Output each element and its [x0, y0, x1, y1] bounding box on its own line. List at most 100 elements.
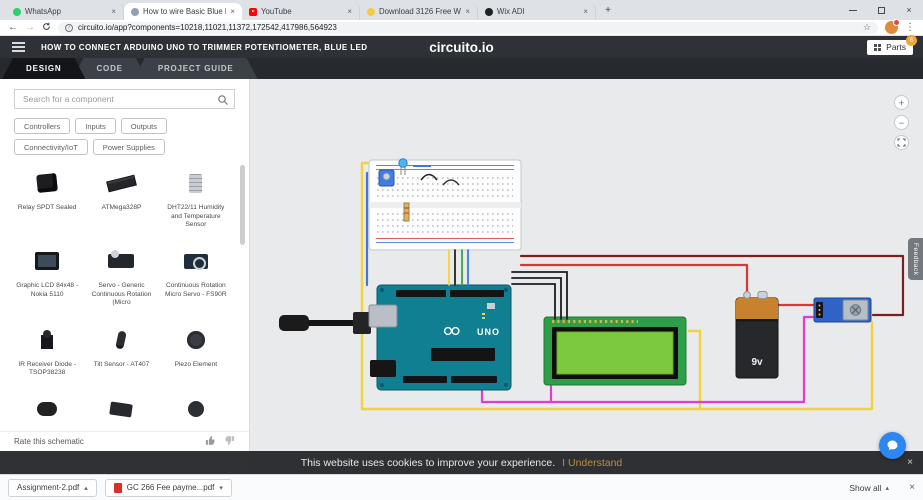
close-window-button[interactable]: × — [895, 0, 923, 20]
minimize-button[interactable] — [839, 0, 867, 20]
download-caret-icon[interactable]: ▴ — [84, 484, 88, 492]
circuito-logo[interactable]: circuito.io — [429, 40, 494, 55]
download-item-1[interactable]: Assignment-2.pdf ▴ — [8, 478, 97, 497]
browser-tab-download[interactable]: Download 3126 Free Website Te × — [360, 3, 478, 20]
resistor[interactable] — [403, 202, 410, 222]
thumbs-up-icon[interactable] — [205, 433, 216, 451]
tab-design[interactable]: DESIGN — [2, 58, 85, 79]
youtube-favicon — [249, 7, 257, 16]
browser-tab-circuito[interactable]: How to wire Basic Blue LED 5mm × — [124, 3, 242, 20]
maximize-button[interactable] — [867, 0, 895, 20]
filter-controllers[interactable]: Controllers — [14, 118, 71, 134]
filter-inputs[interactable]: Inputs — [75, 118, 116, 134]
fit-screen-button[interactable] — [894, 135, 909, 150]
battery-9v[interactable]: 9v — [735, 291, 779, 379]
address-bar[interactable]: i circuito.io/app?components=10218,11021… — [58, 21, 878, 34]
component-thumbnail — [109, 391, 134, 427]
component-dht22[interactable]: DHT22/11 Humidity and Temperature Sensor — [163, 165, 229, 233]
component-thumbnail — [186, 322, 205, 358]
show-all-caret-icon: ▴ — [885, 484, 889, 492]
component-piezo[interactable]: Piezo Element — [163, 322, 229, 382]
component-nokia-lcd[interactable]: Graphic LCD 84x48 - Nokia 5110 — [14, 243, 80, 311]
zoom-in-button[interactable]: + — [894, 95, 909, 110]
component-ir-receiver[interactable]: IR Receiver Diode - TSOP38238 — [14, 322, 80, 382]
component-atmega328p[interactable]: ATMega328P — [88, 165, 154, 233]
chat-bubble-icon — [887, 440, 898, 451]
cookie-banner: This website uses cookies to improve you… — [0, 451, 923, 474]
component-thumbnail — [36, 165, 59, 201]
tab-close-icon[interactable]: × — [230, 7, 235, 16]
component-servo-continuous[interactable]: Servo - Generic Continuous Rotation (Mic… — [88, 243, 154, 311]
battery-label: 9v — [751, 357, 763, 368]
page-info-icon[interactable]: i — [65, 23, 73, 32]
component-thumbnail — [115, 322, 128, 358]
component-thumbnail — [189, 165, 203, 201]
rate-label: Rate this schematic — [14, 437, 84, 446]
tab-project-guide[interactable]: PROJECT GUIDE — [134, 58, 258, 79]
tab-title: YouTube — [261, 7, 292, 16]
tab-close-icon[interactable]: × — [465, 7, 470, 16]
chat-widget-button[interactable] — [879, 432, 906, 459]
browser-menu-icon[interactable]: ⋮ — [905, 22, 915, 33]
mcu-chip — [431, 348, 495, 361]
schematic-canvas[interactable]: UNO 9v + − Feedback — [251, 79, 923, 474]
component-thumbnail — [41, 322, 54, 358]
maximize-icon — [877, 6, 885, 14]
browser-tab-youtube[interactable]: YouTube × — [242, 3, 360, 20]
new-tab-button[interactable]: + — [600, 2, 616, 18]
arduino-uno[interactable]: UNO — [368, 284, 512, 391]
minimize-icon — [849, 9, 857, 11]
potentiometer-module[interactable] — [813, 297, 872, 323]
thumbs-down-icon[interactable] — [224, 433, 235, 451]
cookie-accept-link[interactable]: I Understand — [562, 457, 622, 469]
lcd-display[interactable] — [543, 316, 687, 386]
browser-tab-wix[interactable]: Wix ADI × — [478, 3, 596, 20]
component-relay[interactable]: Relay SPDT Sealed — [14, 165, 80, 233]
component-tilt-sensor[interactable]: Tilt Sensor - AT407 — [88, 322, 154, 382]
parts-count-badge: 6 — [906, 34, 917, 46]
feedback-side-tab[interactable]: Feedback — [908, 238, 923, 280]
search-input[interactable] — [14, 89, 235, 109]
component-thumbnail — [37, 391, 58, 427]
refresh-icon[interactable] — [42, 22, 51, 34]
circuit-schematic[interactable]: UNO 9v — [251, 79, 923, 474]
browser-tab-whatsapp[interactable]: WhatsApp × — [6, 3, 124, 20]
component-thumbnail — [183, 243, 208, 279]
show-all-downloads-button[interactable]: Show all ▴ — [849, 483, 889, 493]
component-partial-3[interactable] — [163, 391, 229, 431]
tab-title: How to wire Basic Blue LED 5mm — [143, 7, 226, 16]
tab-close-icon[interactable]: × — [111, 7, 116, 16]
tab-title: Wix ADI — [497, 7, 525, 16]
usb-cable[interactable] — [279, 312, 371, 334]
tab-close-icon[interactable]: × — [347, 7, 352, 16]
forward-icon[interactable]: → — [25, 22, 35, 33]
hamburger-menu-icon[interactable] — [12, 46, 25, 48]
downloads-bar: Assignment-2.pdf ▴ GC 266 Fee payme...pd… — [0, 474, 923, 500]
filter-connectivity[interactable]: Connectivity/IoT — [14, 139, 88, 155]
filter-power-supplies[interactable]: Power Supplies — [92, 139, 165, 155]
downloads-bar-close-icon[interactable]: × — [909, 482, 915, 493]
bookmark-star-icon[interactable]: ☆ — [863, 22, 871, 33]
component-partial-2[interactable] — [88, 391, 154, 431]
zoom-controls: + − — [894, 95, 909, 150]
breadboard[interactable] — [368, 158, 522, 251]
profile-avatar[interactable] — [885, 19, 900, 34]
wix-favicon — [485, 7, 493, 16]
back-icon[interactable]: ← — [8, 22, 18, 33]
search-icon[interactable] — [217, 93, 229, 111]
tab-title: Download 3126 Free Website Te — [379, 7, 461, 16]
cookie-message: This website uses cookies to improve you… — [300, 456, 556, 469]
cookie-close-icon[interactable]: × — [907, 457, 913, 468]
download-item-2[interactable]: GC 266 Fee payme...pdf ▾ — [104, 478, 232, 497]
download-filename: GC 266 Fee payme...pdf — [126, 483, 215, 492]
component-partial-1[interactable] — [14, 391, 80, 431]
parts-button[interactable]: Parts 6 — [867, 34, 917, 55]
pdf-file-icon — [113, 482, 122, 493]
sidebar-scrollbar[interactable] — [240, 165, 245, 245]
tab-close-icon[interactable]: × — [583, 7, 588, 16]
download-caret-icon[interactable]: ▾ — [219, 484, 223, 492]
filter-outputs[interactable]: Outputs — [120, 118, 167, 134]
component-servo-fs90r[interactable]: Continuous Rotation Micro Servo - FS90R — [163, 243, 229, 311]
app-nav-tabs: DESIGN CODE PROJECT GUIDE — [0, 58, 923, 79]
zoom-out-button[interactable]: − — [894, 115, 909, 130]
